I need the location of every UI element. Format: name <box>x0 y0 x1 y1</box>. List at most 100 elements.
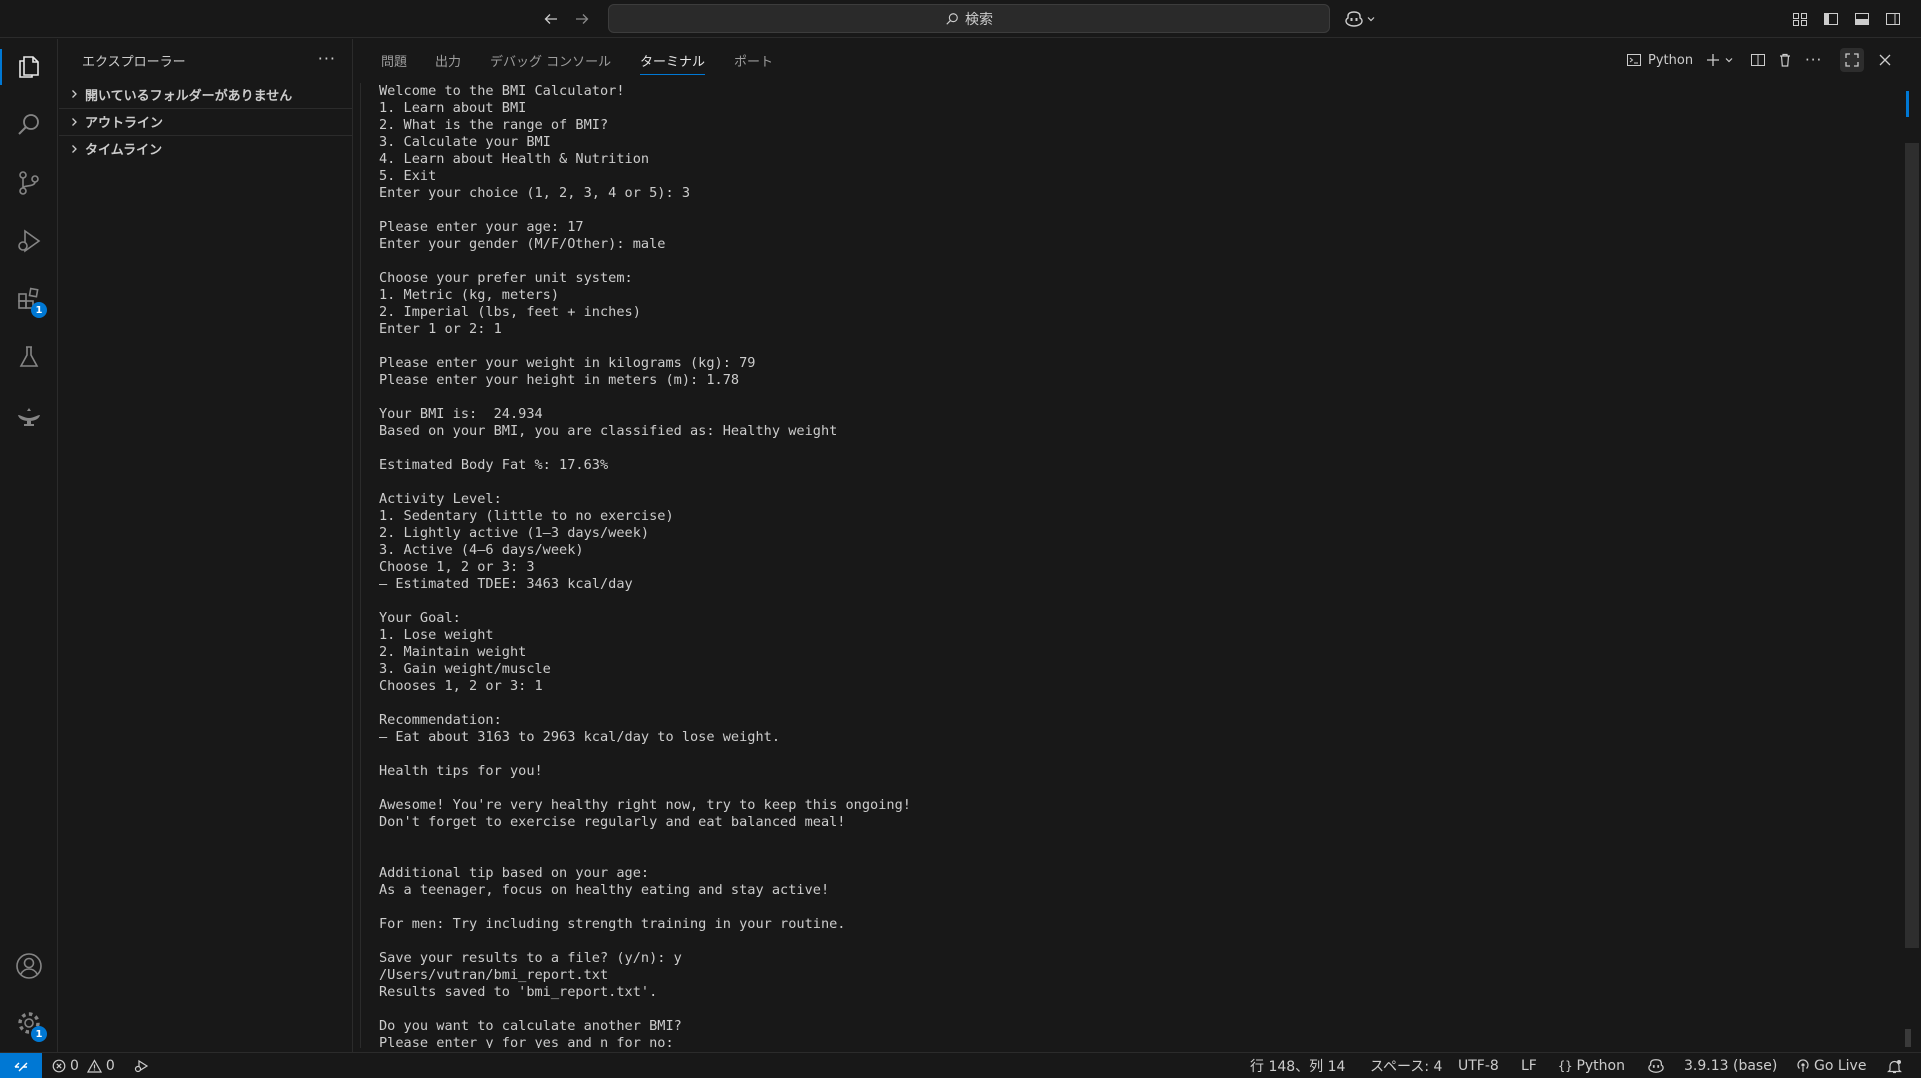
account-icon <box>14 951 44 981</box>
notifications-button[interactable] <box>1887 1053 1902 1078</box>
terminal-line: Your Goal: <box>379 610 461 626</box>
files-icon <box>15 53 43 81</box>
tab-label: 出力 <box>435 54 462 70</box>
activity-testing[interactable] <box>0 333 58 381</box>
terminal-line: 1. Lose weight <box>379 627 494 643</box>
braces-icon: {} <box>1558 1059 1573 1073</box>
status-bar: 0 0 行 148、列 14 スペース: 4 UTF-8 LF {} Pytho… <box>0 1052 1921 1078</box>
terminal-line: Health tips for you! <box>379 763 543 779</box>
cursor-position[interactable]: 行 148、列 14 <box>1250 1053 1345 1078</box>
toggle-primary-sidebar-icon[interactable] <box>1821 9 1841 29</box>
copilot-menu-button[interactable] <box>1344 8 1384 30</box>
jupyter-icon <box>14 401 44 429</box>
language-mode[interactable]: {} Python <box>1558 1053 1625 1078</box>
indentation-status[interactable]: スペース: 4 <box>1370 1053 1442 1078</box>
terminal-line: As a teenager, focus on healthy eating a… <box>379 882 830 898</box>
section-open-folders[interactable]: 開いているフォルダーがありません <box>59 81 353 107</box>
activity-bar: 1 1 <box>0 39 58 1052</box>
trash-icon <box>1777 48 1793 72</box>
activity-accounts[interactable] <box>0 942 58 990</box>
section-outline[interactable]: アウトライン <box>59 108 353 134</box>
tab-terminal[interactable]: ターミナル <box>640 39 706 81</box>
terminal-line: Please enter y for yes and n for no: <box>379 1035 674 1048</box>
new-terminal-button[interactable] <box>1705 39 1734 81</box>
eol-label: LF <box>1521 1058 1537 1074</box>
terminal-icon <box>1626 48 1642 72</box>
section-label: タイムライン <box>85 143 163 158</box>
title-bar: 検索 <box>0 0 1921 38</box>
terminal-selector[interactable]: Python <box>1626 39 1693 81</box>
maximize-panel-button[interactable] <box>1840 39 1864 81</box>
terminal-line: 2. Maintain weight <box>379 644 527 660</box>
tab-output[interactable]: 出力 <box>435 39 461 81</box>
warning-icon <box>86 1059 102 1073</box>
close-panel-button[interactable] <box>1878 39 1892 81</box>
warning-count: 0 <box>105 1058 115 1074</box>
terminal-line: 3. Gain weight/muscle <box>379 661 551 677</box>
terminal-line: Do you want to calculate another BMI? <box>379 1018 682 1034</box>
terminal-line: Choose 1, 2 or 3: 3 <box>379 559 535 575</box>
chevron-right-icon <box>63 117 85 127</box>
interpreter-label: 3.9.13 (base) <box>1684 1058 1778 1074</box>
sidebar-header: エクスプローラー <box>59 39 353 81</box>
terminal-line: 5. Exit <box>379 168 437 184</box>
customize-layout-icon[interactable] <box>1790 9 1810 29</box>
copilot-icon <box>1344 10 1364 28</box>
activity-explorer[interactable] <box>0 43 58 91</box>
cursor-position-label: 行 148、列 14 <box>1250 1059 1346 1075</box>
command-center-search[interactable]: 検索 <box>608 4 1330 33</box>
activity-extensions[interactable]: 1 <box>0 275 58 323</box>
activity-manage[interactable]: 1 <box>0 999 58 1047</box>
terminal-line: 3. Active (4–6 days/week) <box>379 542 584 558</box>
go-live-button[interactable]: Go Live <box>1796 1053 1866 1078</box>
more-actions-button[interactable]: ··· <box>1805 39 1822 81</box>
problems-status[interactable]: 0 0 <box>52 1053 115 1078</box>
remote-indicator-button[interactable] <box>0 1053 42 1078</box>
terminal-output[interactable]: Welcome to the BMI Calculator! 1. Learn a… <box>379 83 1859 1048</box>
section-label: 開いているフォルダーがありません <box>85 88 293 104</box>
sidebar-title: エクスプローラー <box>82 54 186 70</box>
terminal-line: /Users/vutran/bmi_report.txt <box>379 967 609 983</box>
copilot-status[interactable] <box>1647 1053 1665 1078</box>
activity-source-control[interactable] <box>0 159 58 207</box>
terminal-line: Additional tip based on your age: <box>379 865 650 881</box>
terminal-line: 3. Calculate your BMI <box>379 134 551 150</box>
terminal-line: Please enter your weight in kilograms (k… <box>379 355 756 371</box>
tab-ports[interactable]: ポート <box>734 39 773 81</box>
toggle-secondary-sidebar-icon[interactable] <box>1883 9 1903 29</box>
chevron-right-icon <box>63 144 85 154</box>
activity-run-debug[interactable] <box>0 217 58 265</box>
eol-status[interactable]: LF <box>1521 1053 1537 1078</box>
section-label: アウトライン <box>85 116 164 131</box>
terminal-scrollbar[interactable] <box>1905 143 1919 948</box>
explorer-sidebar: エクスプローラー ··· 開いているフォルダーがありません アウトライン タイム… <box>59 39 353 1052</box>
split-terminal-button[interactable] <box>1750 39 1766 81</box>
kill-terminal-button[interactable] <box>1777 39 1793 81</box>
toggle-panel-icon[interactable] <box>1852 9 1872 29</box>
tab-label: ポート <box>734 54 774 70</box>
panel-divider <box>360 83 361 1048</box>
activity-jupyter[interactable] <box>0 391 58 439</box>
more-actions-icon[interactable]: ··· <box>318 49 336 68</box>
terminal-line: 4. Learn about Health & Nutrition <box>379 151 650 167</box>
tab-debug-console[interactable]: デバッグ コンソール <box>490 39 611 81</box>
search-icon <box>15 111 43 139</box>
ellipsis-icon: ··· <box>1805 51 1823 69</box>
terminal-line: Enter your gender (M/F/Other): male <box>379 236 666 252</box>
tab-problems[interactable]: 問題 <box>381 39 407 81</box>
activity-search[interactable] <box>0 101 58 149</box>
terminal-line: Awesome! You're very healthy right now, … <box>379 797 911 813</box>
python-interpreter[interactable]: 3.9.13 (base) <box>1684 1053 1777 1078</box>
terminal-line: Please enter your height in meters (m): … <box>379 372 740 388</box>
forward-arrow-icon[interactable] <box>571 8 593 30</box>
search-placeholder: 検索 <box>965 11 993 28</box>
back-arrow-icon[interactable] <box>540 8 562 30</box>
run-debug-status[interactable] <box>133 1053 149 1078</box>
section-timeline[interactable]: タイムライン <box>59 135 353 161</box>
terminal-line: For men: Try including strength training… <box>379 916 846 932</box>
encoding-status[interactable]: UTF-8 <box>1458 1053 1499 1078</box>
manage-badge: 1 <box>31 1026 47 1042</box>
